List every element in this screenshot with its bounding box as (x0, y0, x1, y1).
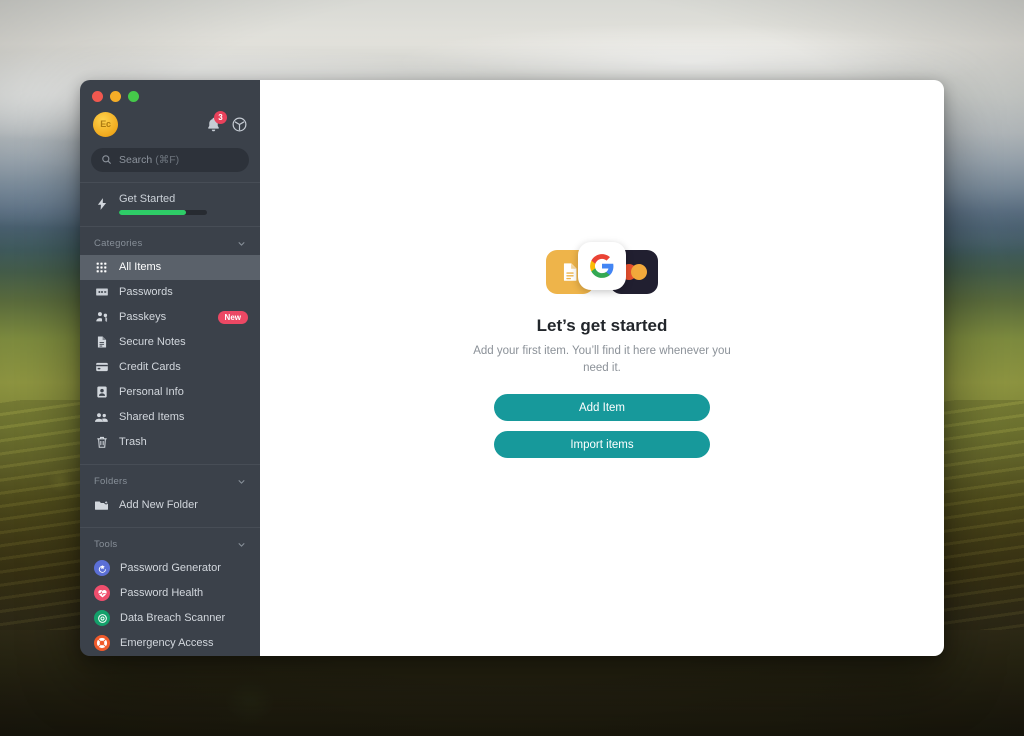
sidebar-item-personal-info[interactable]: Personal Info (80, 380, 260, 405)
section-title: Tools (94, 538, 118, 550)
password-manager-window: Ec 3 Search (⌘F) Get Started Categories … (80, 80, 944, 656)
search-wrap: Search (⌘F) (80, 139, 260, 182)
passkey-icon (94, 310, 109, 325)
people-icon (94, 410, 109, 425)
get-started-body: Get Started (119, 193, 248, 215)
avatar[interactable]: Ec (93, 111, 118, 137)
sidebar-item-label: Add New Folder (119, 499, 198, 512)
sidebar-item-secure-notes[interactable]: Secure Notes (80, 330, 260, 355)
avatar-initials: Ec (100, 119, 111, 130)
get-started-item[interactable]: Get Started (80, 183, 260, 226)
close-window-button[interactable] (92, 91, 103, 102)
page-title: Let’s get started (536, 315, 668, 335)
top-actions: 3 (205, 110, 248, 133)
import-items-button[interactable]: Import items (494, 431, 710, 459)
sidebar-item-credit-cards[interactable]: Credit Cards (80, 355, 260, 380)
sidebar-item-label: Passkeys (119, 311, 167, 324)
lightning-bolt-icon (94, 196, 109, 211)
search-input[interactable]: Search (⌘F) (91, 147, 249, 172)
section-header-folders[interactable]: Folders (80, 465, 260, 493)
section-title: Categories (94, 237, 143, 249)
credit-card-icon (94, 360, 109, 375)
sidebar-item-data-breach-scanner[interactable]: Data Breach Scanner (80, 606, 260, 631)
chevron-down-icon[interactable] (236, 238, 247, 249)
sidebar-item-password-health[interactable]: Password Health (80, 581, 260, 606)
main-content: Let’s get started Add your first item. Y… (260, 80, 944, 656)
sidebar-item-label: Password Health (120, 587, 204, 600)
section-title: Folders (94, 475, 128, 487)
get-started-progress-track (119, 209, 207, 215)
sidebar-item-emergency-access[interactable]: Emergency Access (80, 631, 260, 656)
chevron-down-icon[interactable] (236, 539, 247, 550)
search-placeholder: Search (⌘F) (119, 153, 180, 166)
sidebar-item-label: Credit Cards (119, 361, 181, 374)
sidebar-item-label: Emergency Access (120, 637, 214, 650)
sidebar-item-password-generator[interactable]: Password Generator (80, 556, 260, 581)
password-generator-icon (94, 560, 110, 577)
sidebar-item-label: Password Generator (120, 562, 221, 575)
account-row: Ec 3 (80, 102, 260, 139)
sidebar-item-all-items[interactable]: All Items (80, 254, 260, 280)
minimize-window-button[interactable] (110, 91, 121, 102)
sidebar-item-label: Data Breach Scanner (120, 612, 226, 625)
sidebar-item-label: Passwords (119, 286, 173, 299)
password-icon (94, 285, 109, 300)
sidebar-item-passkeys[interactable]: Passkeys New (80, 305, 260, 330)
sidebar-item-add-new-folder[interactable]: Add New Folder (80, 493, 260, 518)
empty-state-subtitle: Add your first item. You’ll find it here… (473, 344, 731, 374)
empty-state: Let’s get started Add your first item. Y… (452, 241, 752, 468)
google-login-card (578, 241, 626, 290)
sidebar-item-label: Shared Items (119, 411, 185, 424)
add-item-button[interactable]: Add Item (494, 394, 710, 422)
section-header-tools[interactable]: Tools (80, 528, 260, 556)
google-g-icon (590, 253, 614, 278)
window-traffic-lights (80, 80, 260, 102)
zoom-window-button[interactable] (128, 91, 139, 102)
settings-icon[interactable] (231, 116, 248, 133)
section-header-categories[interactable]: Categories (80, 227, 260, 255)
sidebar-item-label: Personal Info (119, 386, 184, 399)
grid-icon (94, 260, 109, 275)
note-icon (94, 335, 109, 350)
get-started-label: Get Started (119, 192, 176, 205)
heart-pulse-icon (94, 585, 110, 602)
sidebar-item-shared-items[interactable]: Shared Items (80, 405, 260, 430)
get-started-progress-fill (119, 209, 186, 215)
search-icon (102, 155, 112, 165)
sidebar-item-passwords[interactable]: Passwords (80, 280, 260, 305)
life-ring-icon (94, 635, 110, 652)
status-badge-new: New (217, 310, 248, 324)
notifications-bell-icon[interactable]: 3 (205, 110, 227, 133)
chevron-down-icon[interactable] (236, 476, 247, 487)
desktop-wallpaper: Ec 3 Search (⌘F) Get Started Categories … (0, 0, 1024, 736)
illustration-card-stack (546, 241, 658, 302)
radar-scan-icon (94, 610, 110, 627)
notification-badge: 3 (214, 110, 227, 124)
sidebar-item-label: Secure Notes (119, 336, 186, 349)
person-id-icon (94, 385, 109, 400)
sidebar-item-trash[interactable]: Trash (80, 430, 260, 455)
folder-plus-icon (94, 498, 109, 513)
sidebar-item-label: All Items (119, 261, 162, 274)
trash-icon (94, 435, 109, 450)
sidebar-item-label: Trash (119, 436, 147, 449)
sidebar: Ec 3 Search (⌘F) Get Started Categories … (80, 80, 260, 656)
